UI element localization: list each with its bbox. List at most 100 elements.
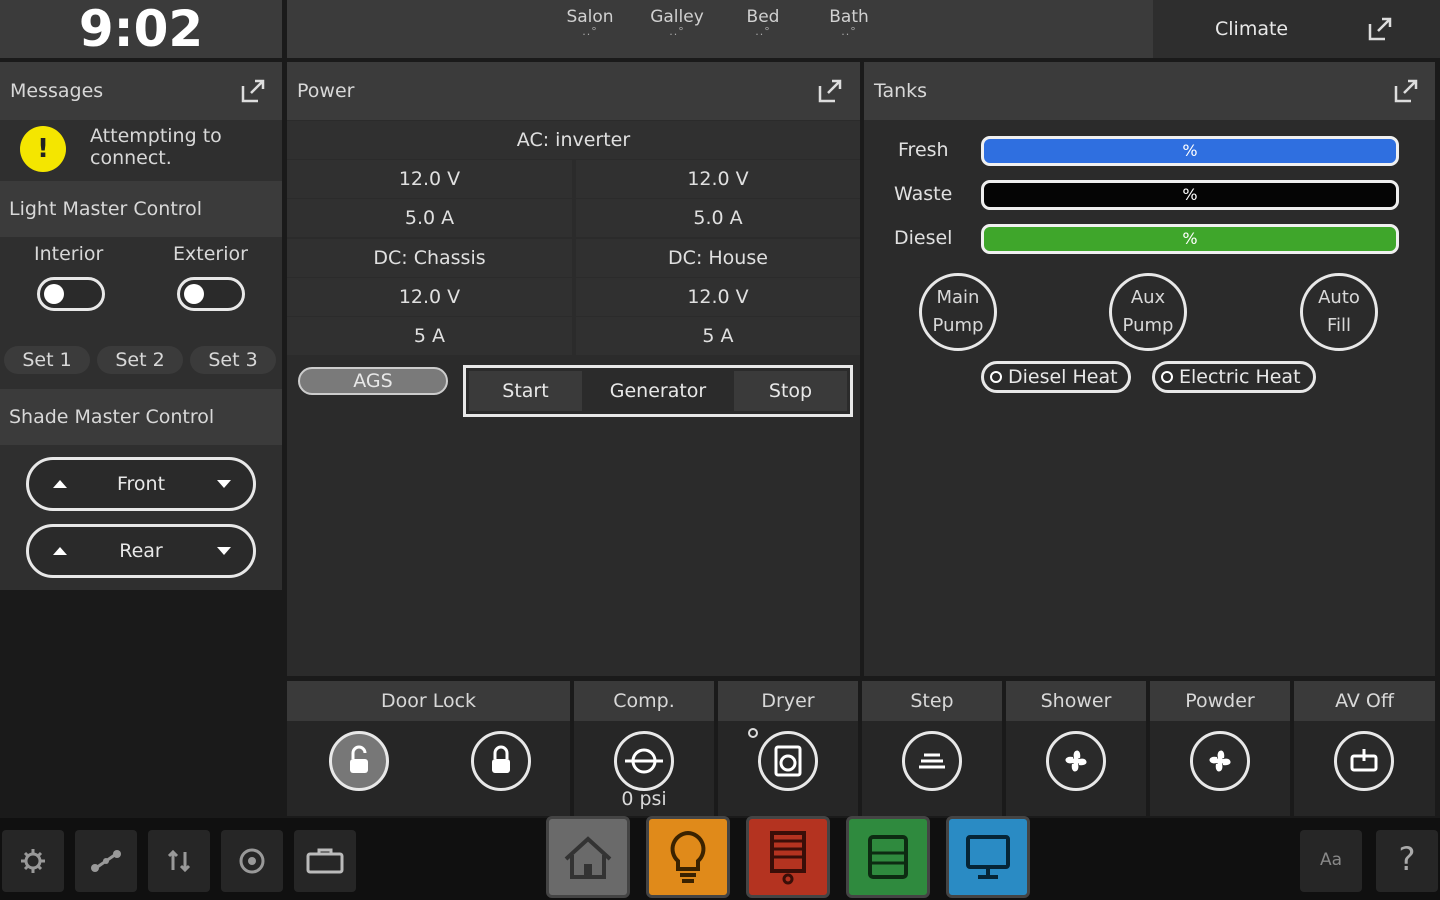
- light-master-header: Light Master Control: [0, 181, 282, 237]
- power-expand-icon[interactable]: [815, 76, 845, 106]
- home-icon: [564, 836, 612, 879]
- electric-heat-button[interactable]: Electric Heat: [1152, 361, 1316, 393]
- shower-fan-icon[interactable]: [1046, 731, 1106, 791]
- room-bar: Salon ..° Galley ..° Bed ..° Bath ..°: [287, 0, 1153, 58]
- dc-chassis-current: 5 A: [287, 317, 572, 355]
- toggle-knob: [44, 284, 64, 304]
- exterior-toggle[interactable]: [177, 277, 245, 311]
- room-galley[interactable]: Galley ..°: [642, 7, 712, 37]
- shade-rear-down-icon[interactable]: [217, 547, 231, 555]
- radio-dot-icon: [990, 371, 1002, 383]
- toolbox-icon[interactable]: [294, 830, 356, 892]
- dc-house-label: DC: House: [576, 239, 860, 277]
- shade-front-down-icon[interactable]: [217, 480, 231, 488]
- tanks-expand-icon[interactable]: [1391, 76, 1421, 106]
- ac-voltage-left: 12.0 V: [287, 160, 572, 198]
- tanks-title: Tanks: [874, 80, 928, 102]
- power-title: Power: [297, 80, 355, 102]
- toggle-knob: [184, 284, 204, 304]
- tv-icon: [966, 835, 1010, 879]
- messages-title: Messages: [10, 80, 104, 102]
- dc-chassis-voltage: 12.0 V: [287, 278, 572, 316]
- interior-toggle[interactable]: [37, 277, 105, 311]
- av-off-tile: AV Off: [1294, 681, 1435, 816]
- ac-current-right: 5.0 A: [576, 199, 860, 237]
- shower-label: Shower: [1006, 681, 1146, 721]
- step-icon[interactable]: [902, 731, 962, 791]
- unlock-icon[interactable]: [329, 731, 389, 791]
- dc-house-voltage: 12.0 V: [576, 278, 860, 316]
- shower-tile: Shower: [1006, 681, 1146, 816]
- clock: 9:02: [0, 0, 282, 58]
- room-bed-indicator: ..°: [755, 25, 771, 38]
- diesel-heat-button[interactable]: Diesel Heat: [981, 361, 1131, 393]
- auto-fill-button[interactable]: Auto Fill: [1300, 273, 1378, 351]
- room-bath[interactable]: Bath ..°: [814, 7, 884, 37]
- set-3-button[interactable]: Set 3: [190, 346, 276, 374]
- main-pump-label-2: Pump: [932, 315, 984, 336]
- messages-expand-icon[interactable]: [238, 76, 268, 106]
- text-size-label: Aa: [1319, 850, 1343, 870]
- diesel-tank-bar: %: [981, 224, 1399, 254]
- radio-dot-icon: [1161, 371, 1173, 383]
- waste-label: Waste: [894, 183, 953, 205]
- main-pump-label-1: Main: [936, 287, 980, 308]
- step-tile: Step: [862, 681, 1002, 816]
- climate-tab[interactable]: Climate: [1153, 0, 1440, 58]
- comp-tile: Comp. 0 psi: [574, 681, 714, 816]
- dryer-icon[interactable]: [758, 731, 818, 791]
- generator-stop-button[interactable]: Stop: [734, 371, 847, 411]
- door-lock-tile: Door Lock: [287, 681, 570, 816]
- light-master-title: Light Master Control: [9, 198, 203, 220]
- step-label: Step: [862, 681, 1002, 721]
- comp-label: Comp.: [574, 681, 714, 721]
- warning-icon: !: [20, 126, 66, 172]
- aux-pump-button[interactable]: Aux Pump: [1109, 273, 1187, 351]
- powder-label: Powder: [1150, 681, 1290, 721]
- room-bed[interactable]: Bed ..°: [728, 7, 798, 37]
- home-nav-button[interactable]: [546, 816, 630, 898]
- fresh-tank-bar: %: [981, 136, 1399, 166]
- room-bath-label: Bath: [829, 7, 869, 27]
- settings-icon[interactable]: [2, 830, 64, 892]
- help-button[interactable]: ?: [1376, 830, 1438, 892]
- shade-front-control[interactable]: Front: [26, 457, 256, 511]
- lock-icon[interactable]: [471, 731, 531, 791]
- tanks-panel: Tanks Fresh % Waste % Diesel % Main Pump …: [864, 62, 1435, 676]
- electric-heat-label: Electric Heat: [1179, 366, 1301, 388]
- room-salon[interactable]: Salon ..°: [555, 7, 625, 37]
- hvac-icon[interactable]: [148, 830, 210, 892]
- shade-icon: [770, 831, 806, 885]
- power-panel: Power AC: inverter 12.0 V 12.0 V 5.0 A 5.0…: [287, 62, 860, 676]
- message-text: Attempting to connect.: [90, 125, 222, 169]
- av-off-label: AV Off: [1294, 681, 1435, 721]
- network-icon[interactable]: [75, 830, 137, 892]
- power-header: Power: [287, 62, 860, 120]
- room-galley-indicator: ..°: [669, 25, 685, 38]
- ac-voltage-right: 12.0 V: [576, 160, 860, 198]
- powder-fan-icon[interactable]: [1190, 731, 1250, 791]
- entertainment-nav-button[interactable]: [946, 816, 1030, 898]
- text-size-button[interactable]: Aa: [1300, 830, 1362, 892]
- set-1-button[interactable]: Set 1: [4, 346, 90, 374]
- av-power-icon[interactable]: [1334, 731, 1394, 791]
- shade-rear-control[interactable]: Rear: [26, 524, 256, 578]
- lights-nav-button[interactable]: [646, 816, 730, 898]
- dc-house-current: 5 A: [576, 317, 860, 355]
- ac-source-label: AC: inverter: [287, 121, 860, 159]
- camera-icon[interactable]: [221, 830, 283, 892]
- main-pump-button[interactable]: Main Pump: [919, 273, 997, 351]
- compressor-icon[interactable]: [614, 731, 674, 791]
- shade-master-header: Shade Master Control: [0, 389, 282, 445]
- tanks-header: Tanks: [864, 62, 1435, 120]
- shades-nav-button[interactable]: [746, 816, 830, 898]
- generator-start-button[interactable]: Start: [469, 371, 582, 411]
- set-2-button[interactable]: Set 2: [97, 346, 183, 374]
- tanks-nav-button[interactable]: [846, 816, 930, 898]
- room-bed-label: Bed: [746, 7, 780, 27]
- ags-toggle[interactable]: AGS: [298, 367, 448, 395]
- dryer-status-dot: [748, 728, 758, 738]
- ac-current-left: 5.0 A: [287, 199, 572, 237]
- climate-label: Climate: [1215, 18, 1289, 40]
- climate-expand-icon[interactable]: [1365, 14, 1395, 44]
